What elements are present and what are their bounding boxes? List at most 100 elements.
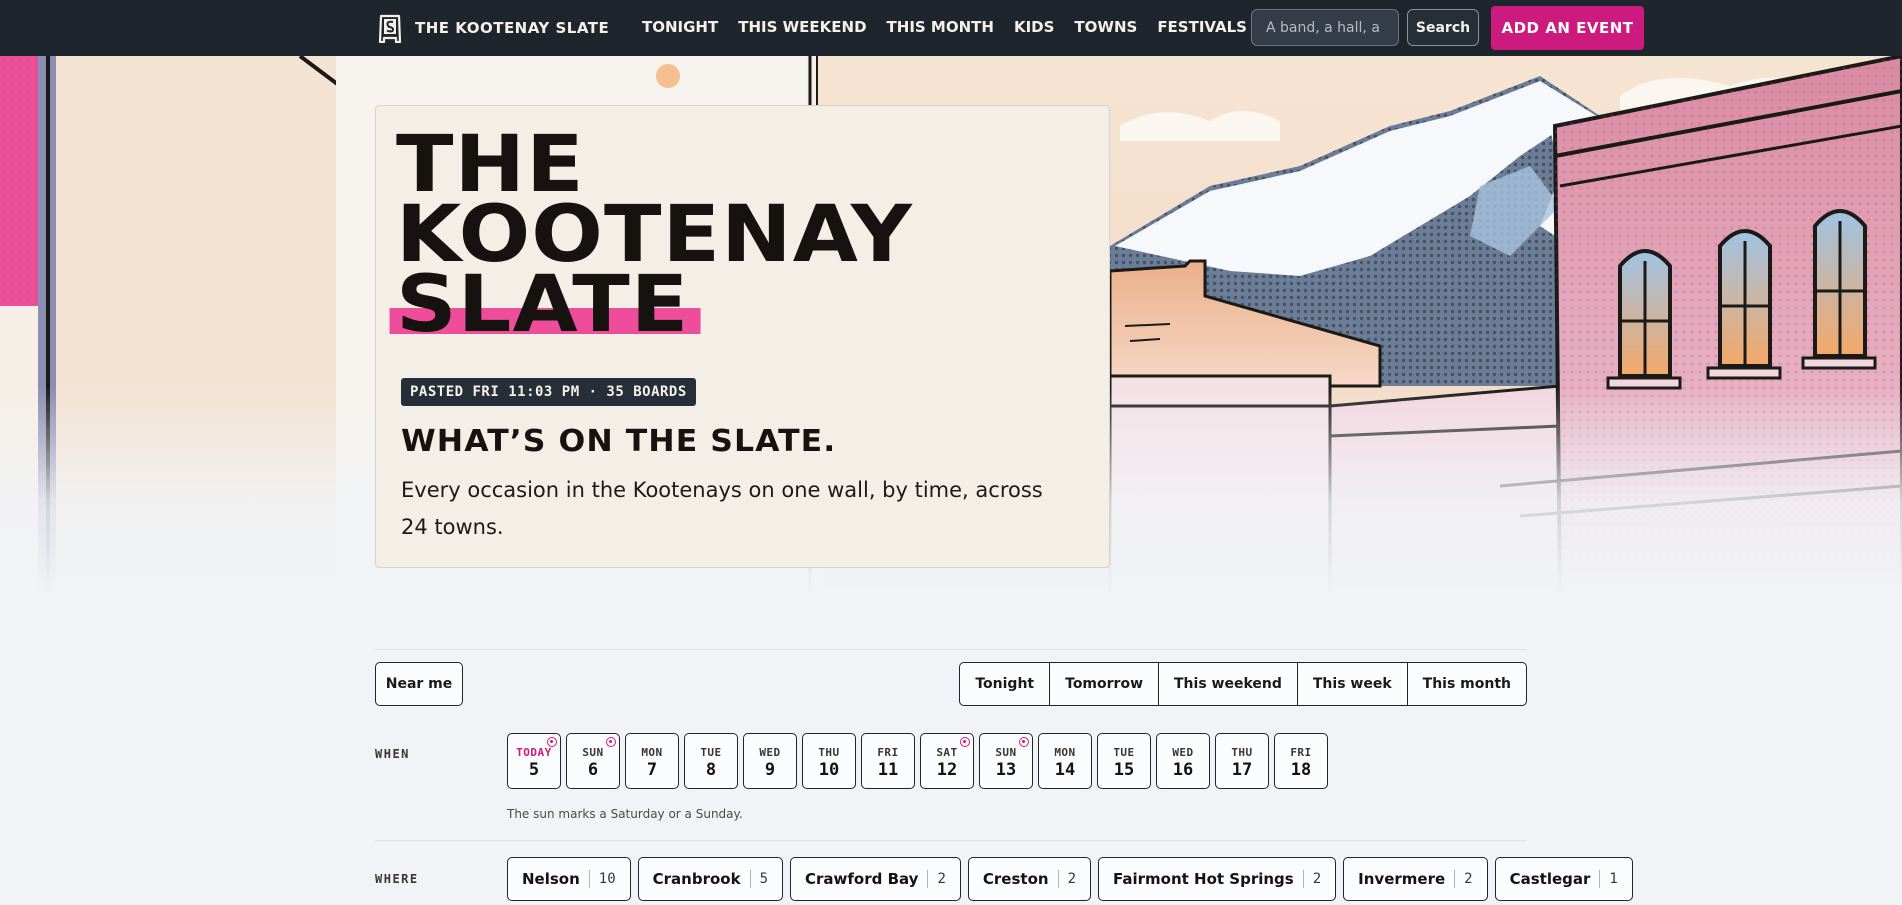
day-chip[interactable]: THU 17 [1215, 733, 1269, 789]
day-chip[interactable]: MON 7 [625, 733, 679, 789]
town-chip[interactable]: Castlegar 1 [1494, 857, 1633, 901]
search-input[interactable] [1251, 9, 1399, 46]
day-chip[interactable]: TUE 8 [684, 733, 738, 789]
day-number: 18 [1290, 760, 1312, 780]
day-of-week: MON [1054, 746, 1076, 759]
day-chip-today[interactable]: TODAY 5 [507, 733, 561, 789]
town-event-count: 1 [1609, 871, 1618, 887]
nav-link-festivals[interactable]: FESTIVALS [1157, 16, 1247, 38]
day-number: 6 [587, 760, 599, 780]
day-chip[interactable]: WED 9 [743, 733, 797, 789]
town-chip[interactable]: Nelson 10 [507, 857, 631, 901]
day-number: 12 [936, 760, 958, 780]
day-number: 17 [1231, 760, 1253, 780]
day-number: 13 [995, 760, 1017, 780]
day-of-week: WED [1172, 746, 1194, 759]
nav-link-this-weekend[interactable]: THIS WEEKEND [738, 16, 866, 38]
day-chip[interactable]: FRI 18 [1274, 733, 1328, 789]
nav-link-this-month[interactable]: THIS MONTH [887, 16, 994, 38]
day-of-week: TUE [1113, 746, 1135, 759]
brand-link[interactable]: THE KOOTENAY SLATE [377, 13, 610, 44]
day-of-week: MON [641, 746, 663, 759]
town-event-count: 10 [598, 871, 616, 887]
primary-nav: TONIGHT THIS WEEKEND THIS MONTH KIDS TOW… [642, 16, 1247, 38]
day-number: 11 [877, 760, 899, 780]
day-chip[interactable]: TUE 15 [1097, 733, 1151, 789]
time-range-group: Tonight Tomorrow This weekend This week … [959, 662, 1527, 706]
day-of-week: TODAY [516, 746, 552, 759]
day-of-week: SAT [936, 746, 958, 759]
day-number: 16 [1172, 760, 1194, 780]
town-event-count: 2 [1067, 871, 1077, 887]
range-this-month-button[interactable]: This month [1408, 663, 1526, 705]
range-this-week-button[interactable]: This week [1298, 663, 1408, 705]
sun-weekend-icon [1019, 737, 1029, 747]
town-picker: Nelson 10 Cranbrook 5 Crawford Bay 2 Creston 2 F… [507, 857, 1633, 901]
town-chip[interactable]: Creston 2 [967, 857, 1092, 901]
nav-link-tonight[interactable]: TONIGHT [642, 16, 718, 38]
slate-logo-icon [377, 13, 403, 44]
day-number: 7 [646, 760, 658, 780]
top-navigation-bar: THE KOOTENAY SLATE TONIGHT THIS WEEKEND … [0, 0, 1902, 56]
town-name: Cranbrook [652, 870, 741, 888]
town-name: Castlegar [1509, 870, 1591, 888]
separator [1454, 870, 1456, 888]
town-name: Crawford Bay [805, 870, 919, 888]
sun-weekend-icon [960, 737, 970, 747]
hero-subtitle: WHAT’S ON THE SLATE. [401, 424, 837, 459]
weekend-sun-note: The sun marks a Saturday or a Sunday. [507, 807, 743, 821]
separator [927, 870, 929, 888]
hero-description: Every occasion in the Kootenays on one w… [401, 478, 1043, 539]
day-number: 10 [818, 760, 840, 780]
day-of-week: THU [818, 746, 840, 759]
divider [375, 649, 1527, 650]
day-chip[interactable]: SUN 13 [979, 733, 1033, 789]
range-tomorrow-button[interactable]: Tomorrow [1050, 663, 1159, 705]
town-chip[interactable]: Fairmont Hot Springs 2 [1098, 857, 1337, 901]
day-number: 8 [705, 760, 717, 780]
day-chip[interactable]: THU 10 [802, 733, 856, 789]
range-this-weekend-button[interactable]: This weekend [1159, 663, 1298, 705]
add-event-button[interactable]: ADD AN EVENT [1491, 6, 1644, 50]
brand-name: THE KOOTENAY SLATE [415, 19, 610, 37]
day-number: 9 [764, 760, 776, 780]
town-chip[interactable]: Crawford Bay 2 [790, 857, 961, 901]
day-chip[interactable]: FRI 11 [861, 733, 915, 789]
day-number: 14 [1054, 760, 1076, 780]
day-of-week: SUN [995, 746, 1017, 759]
town-name: Invermere [1358, 870, 1446, 888]
town-event-count: 5 [759, 871, 769, 887]
day-of-week: SUN [582, 746, 604, 759]
separator [1599, 870, 1601, 888]
nav-link-towns[interactable]: TOWNS [1074, 16, 1137, 38]
hero-card: THE KOOTENAY SLATE PASTED FRI 11:03 PM ·… [375, 105, 1110, 568]
town-event-count: 2 [1312, 871, 1322, 887]
town-event-count: 2 [937, 871, 946, 887]
divider [375, 840, 1527, 841]
day-chip[interactable]: SUN 6 [566, 733, 620, 789]
town-name: Fairmont Hot Springs [1113, 870, 1294, 888]
range-tonight-button[interactable]: Tonight [960, 663, 1051, 705]
day-of-week: FRI [1290, 746, 1312, 759]
day-of-week: FRI [877, 746, 899, 759]
day-number: 5 [528, 760, 540, 780]
day-chip[interactable]: SAT 12 [920, 733, 974, 789]
separator [1302, 870, 1304, 888]
day-picker: TODAY 5 SUN 6 MON 7 TUE 8 WED 9 THU 10 FRI 11 SAT 12 SUN… [507, 733, 1328, 789]
town-chip[interactable]: Cranbrook 5 [637, 857, 784, 901]
search-button[interactable]: Search [1407, 9, 1479, 46]
sun-weekend-icon [547, 737, 557, 747]
nav-link-kids[interactable]: KIDS [1014, 16, 1054, 38]
pasted-status-badge: PASTED FRI 11:03 PM · 35 BOARDS [401, 378, 696, 406]
when-label: WHEN [375, 747, 410, 761]
day-of-week: TUE [700, 746, 722, 759]
page-title: THE KOOTENAY SLATE [389, 126, 912, 350]
title-line-3-highlighted: SLATE [389, 260, 700, 350]
day-chip[interactable]: WED 16 [1156, 733, 1210, 789]
town-event-count: 2 [1464, 871, 1473, 887]
day-of-week: THU [1231, 746, 1253, 759]
near-me-button[interactable]: Near me [375, 662, 463, 706]
day-chip[interactable]: MON 14 [1038, 733, 1092, 789]
town-chip[interactable]: Invermere 2 [1343, 857, 1488, 901]
town-name: Nelson [522, 870, 580, 888]
